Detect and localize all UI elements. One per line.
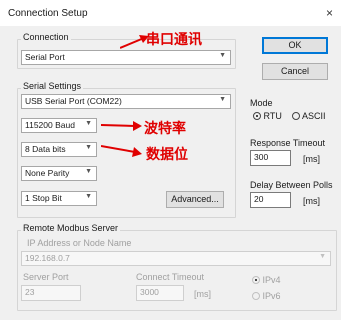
ipv4-radio[interactable]: IPv4 — [252, 275, 281, 285]
annotation-arrow-baud — [101, 121, 142, 131]
annotation-data-bits: 数据位 — [146, 147, 188, 163]
ip-address-label: IP Address or Node Name — [27, 238, 132, 248]
response-timeout-label: Response Timeout — [250, 138, 326, 148]
server-port-label: Server Port — [23, 272, 69, 282]
annotation-arrow-databits — [101, 145, 142, 157]
delay-label: Delay Between Polls — [250, 180, 333, 190]
response-timeout-input[interactable]: 300 — [250, 150, 291, 166]
mode-rtu-radio[interactable]: RTU — [253, 111, 282, 121]
connection-select[interactable]: Serial Port ▼ — [21, 50, 231, 65]
close-icon[interactable]: × — [326, 6, 333, 20]
connection-legend: Connection — [21, 32, 71, 42]
window-title: Connection Setup — [8, 8, 88, 19]
chevron-down-icon: ▼ — [85, 193, 92, 200]
radio-selected-icon — [252, 276, 260, 284]
mode-ascii-label: ASCII — [302, 111, 326, 121]
mode-rtu-label: RTU — [263, 111, 282, 121]
connection-value: Serial Port — [25, 52, 65, 62]
annotation-baud-rate: 波特率 — [144, 121, 186, 137]
radio-unselected-icon — [252, 292, 260, 300]
serial-port-value: USB Serial Port (COM22) — [25, 96, 122, 106]
parity-value: None Parity — [25, 168, 70, 178]
ip-address-value: 192.168.0.7 — [25, 253, 70, 263]
chevron-down-icon: ▼ — [85, 168, 92, 175]
stop-bits-select[interactable]: 1 Stop Bit ▼ — [21, 191, 97, 206]
response-timeout-unit: [ms] — [303, 154, 320, 164]
server-port-input[interactable]: 23 — [21, 285, 81, 301]
data-bits-value: 8 Data bits — [25, 144, 66, 154]
connect-timeout-input[interactable]: 3000 — [136, 285, 184, 301]
baud-rate-select[interactable]: 115200 Baud ▼ — [21, 118, 97, 133]
chevron-down-icon: ▼ — [319, 253, 326, 260]
chevron-down-icon: ▼ — [219, 96, 226, 103]
radio-selected-icon — [253, 112, 261, 120]
ipv4-label: IPv4 — [262, 275, 281, 285]
serial-port-select[interactable]: USB Serial Port (COM22) ▼ — [21, 94, 231, 109]
ipv6-radio[interactable]: IPv6 — [252, 291, 281, 301]
ok-button[interactable]: OK — [262, 37, 328, 54]
chevron-down-icon: ▼ — [219, 52, 226, 59]
connect-timeout-unit: [ms] — [194, 289, 211, 299]
ip-address-select[interactable]: 192.168.0.7 ▼ — [21, 251, 331, 266]
baud-rate-value: 115200 Baud — [25, 120, 75, 130]
chevron-down-icon: ▼ — [85, 120, 92, 127]
mode-label: Mode — [250, 98, 273, 108]
delay-unit: [ms] — [303, 196, 320, 206]
radio-unselected-icon — [292, 112, 300, 120]
annotation-serial-comm: 串口通讯 — [146, 32, 202, 48]
connect-timeout-label: Connect Timeout — [136, 272, 205, 282]
mode-ascii-radio[interactable]: ASCII — [292, 111, 326, 121]
chevron-down-icon: ▼ — [85, 144, 92, 151]
parity-select[interactable]: None Parity ▼ — [21, 166, 97, 181]
advanced-button[interactable]: Advanced... — [166, 191, 224, 208]
data-bits-select[interactable]: 8 Data bits ▼ — [21, 142, 97, 157]
stop-bits-value: 1 Stop Bit — [25, 193, 62, 203]
ipv6-label: IPv6 — [262, 291, 281, 301]
serial-settings-legend: Serial Settings — [21, 81, 84, 91]
remote-server-legend: Remote Modbus Server — [21, 223, 121, 233]
cancel-button[interactable]: Cancel — [262, 63, 328, 80]
delay-input[interactable]: 20 — [250, 192, 291, 208]
